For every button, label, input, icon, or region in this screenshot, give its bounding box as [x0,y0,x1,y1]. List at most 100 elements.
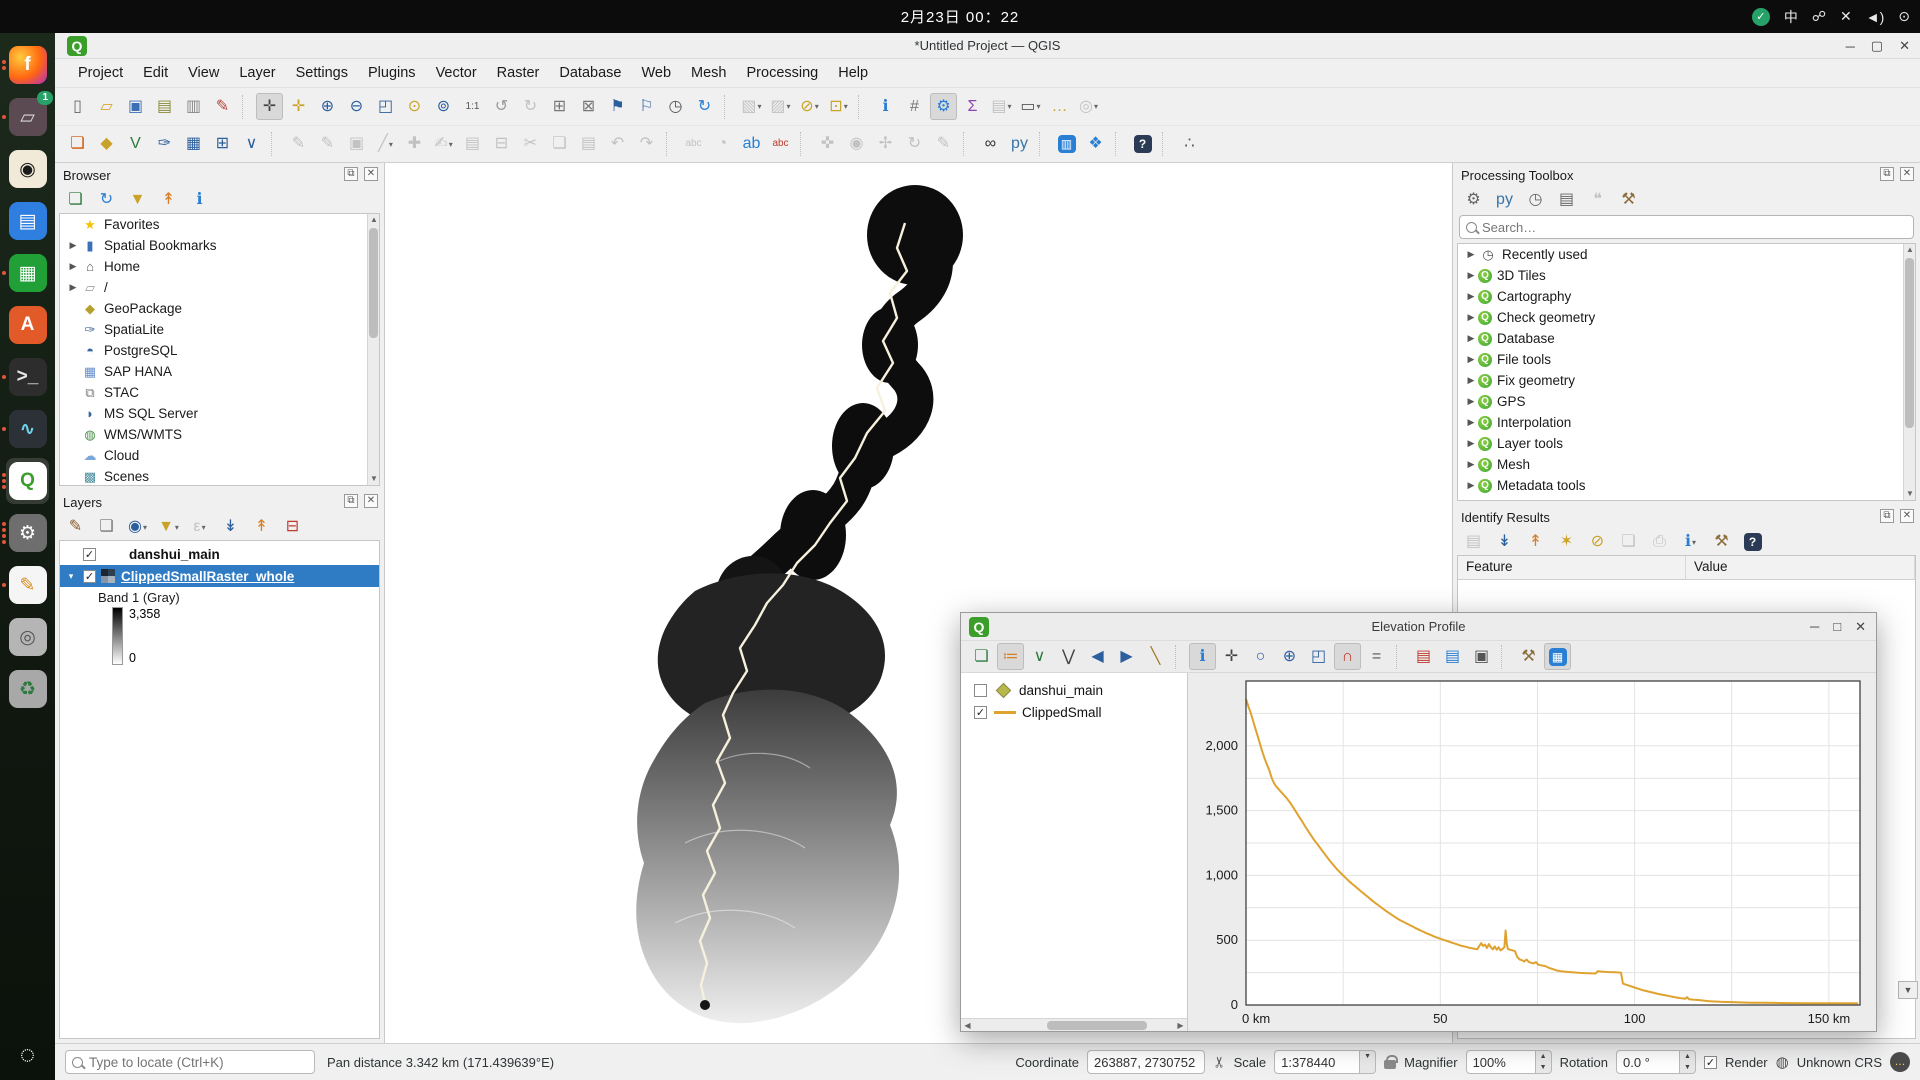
measure[interactable]: ▭▾ [1017,93,1044,120]
layer-labeling-options[interactable]: ab [738,131,765,158]
new-project[interactable]: ▯ [64,93,91,120]
pan-map[interactable]: ✛ [256,93,283,120]
profile-maximize-button[interactable]: □ [1833,619,1841,635]
profile-export-image[interactable]: ▤ [1439,643,1466,670]
dock-system-monitor[interactable]: ∿ [0,403,55,455]
scroll-left-icon[interactable]: ◀ [961,1019,974,1032]
processing-group-mesh[interactable]: ▶QMesh [1458,454,1915,475]
new-shapefile-layer[interactable]: V [122,131,149,158]
profile-close-button[interactable]: ✕ [1855,619,1866,635]
pan-to-selection[interactable]: ✛ [285,93,312,120]
layers-open-styling[interactable]: ✎ [62,514,89,541]
magnifier-spin[interactable]: ▲▼ [1466,1050,1552,1074]
system-clock[interactable]: 2月23日 00：22 [901,6,1020,27]
layers-remove[interactable]: ⊟ [279,514,306,541]
extents-toggle-icon[interactable]: ✂ [1210,1056,1228,1069]
expander-icon[interactable]: ▶ [1464,375,1478,386]
crs-globe-icon[interactable]: ◍ [1776,1053,1789,1071]
dock-music-player[interactable]: ◉ [0,143,55,195]
layer-item-danshui-main[interactable]: ✓ danshui_main [60,543,379,565]
profile-titlebar[interactable]: Q Elevation Profile ─ □ ✕ [961,613,1876,641]
profile-chart-area[interactable]: 05001,0001,5002,0000 km50100150 km [1188,673,1876,1031]
rotation-spin[interactable]: ▲▼ [1616,1050,1696,1074]
dock-trash[interactable]: ♻ [0,663,55,715]
identify-features[interactable]: ℹ [872,93,899,120]
browser-item-sap-hana[interactable]: ▦SAP HANA [60,361,379,382]
magnifier-spin-arrows[interactable]: ▲▼ [1536,1050,1552,1074]
profile-legend-item-clippedsmall[interactable]: ✓ClippedSmall [961,701,1187,723]
layer-checkbox[interactable]: ✓ [83,548,96,561]
dock-app-center[interactable]: A [0,299,55,351]
coordinate-input[interactable] [1087,1050,1205,1074]
rotation-input[interactable] [1616,1050,1680,1074]
layers-expand-all[interactable]: ↡ [217,514,244,541]
processing-group-fix-geometry[interactable]: ▶QFix geometry [1458,370,1915,391]
layer-item-clipped-raster[interactable]: ▾ ✓ ClippedSmallRaster_whole [60,565,379,587]
processing-group-recently-used[interactable]: ▶◷Recently used [1458,244,1915,265]
expander-icon[interactable]: ▶ [66,261,80,272]
dock-terminal[interactable]: >_ [0,351,55,403]
expander-icon[interactable]: ▶ [1464,417,1478,428]
menu-project[interactable]: Project [69,62,132,84]
profile-snapping[interactable]: ∩ [1334,643,1361,670]
identify-help[interactable]: ? [1739,529,1766,556]
dock-libreoffice-impress[interactable]: ▤ [0,195,55,247]
browser-item-scenes[interactable]: ▩Scenes [60,466,379,486]
browser-filter[interactable]: ▼ [124,187,151,214]
menu-view[interactable]: View [179,62,228,84]
menu-raster[interactable]: Raster [488,62,549,84]
temporal-controller[interactable]: ◷ [662,93,689,120]
save-project[interactable]: ▣ [122,93,149,120]
browser-item-geopackage[interactable]: ◆GeoPackage [60,298,379,319]
profile-legend-item-danshui-main[interactable]: danshui_main [961,679,1187,701]
dock-libreoffice-calc[interactable]: ▦ [0,247,55,299]
layers-close-button[interactable]: ✕ [364,494,378,508]
expander-icon[interactable]: ▶ [1464,480,1478,491]
menu-plugins[interactable]: Plugins [359,62,425,84]
browser-add-selected-layers[interactable]: ❏ [62,187,89,214]
expander-icon[interactable]: ▶ [1464,354,1478,365]
new-virtual-layer[interactable]: ▦ [180,131,207,158]
new-geopackage-layer[interactable]: ◆ [93,131,120,158]
layers-manage-themes[interactable]: ◉▾ [124,514,151,541]
identify-expand-tree[interactable]: ↡ [1491,529,1518,556]
processing-results-viewer[interactable]: ▤ [1553,187,1580,214]
new-mesh-layer[interactable]: ⊞ [209,131,236,158]
plugin-quickmapservices[interactable]: ❖ [1082,131,1109,158]
profile-zoom-full[interactable]: ○ [1247,643,1274,670]
map-tips[interactable]: … [1046,93,1073,120]
menu-vector[interactable]: Vector [427,62,486,84]
python-console[interactable]: py [1006,131,1033,158]
browser-item-postgresql[interactable]: ◓PostgreSQL [60,340,379,361]
scroll-down-icon[interactable]: ▼ [1904,488,1916,500]
expander-icon[interactable]: ▶ [66,282,80,293]
profile-distance-axis[interactable]: = [1363,643,1390,670]
layers-add-group[interactable]: ❏ [93,514,120,541]
new-map-view[interactable]: ⊞ [546,93,573,120]
profile-clear[interactable]: ╲ [1142,643,1169,670]
processing-group-database[interactable]: ▶QDatabase [1458,328,1915,349]
expander-icon[interactable]: ▶ [1464,396,1478,407]
new-3d-map-view[interactable]: ⊠ [575,93,602,120]
processing-group-gps[interactable]: ▶QGPS [1458,391,1915,412]
processing-float-button[interactable]: ⧉ [1880,167,1894,181]
window-titlebar[interactable]: Q *Untitled Project — QGIS ─ ▢ ✕ [55,33,1920,59]
show-layout-manager[interactable]: ▥ [180,93,207,120]
input-method-indicator[interactable]: 中 [1784,7,1798,27]
processing-scripts[interactable]: py [1491,187,1518,214]
dock-qgis[interactable]: Q [0,455,55,507]
select-by-location[interactable]: ⊡▾ [825,93,852,120]
menu-mesh[interactable]: Mesh [682,62,735,84]
browser-item-stac[interactable]: ⧉STAC [60,382,379,403]
data-source-manager[interactable]: ❏ [64,131,91,158]
zoom-full[interactable]: ◰ [372,93,399,120]
expander-icon[interactable]: ▶ [1464,459,1478,470]
zoom-to-layer[interactable]: ⊚ [430,93,457,120]
processing-options[interactable]: ⚒ [1615,187,1642,214]
expander-icon[interactable]: ▶ [1464,291,1478,302]
menu-help[interactable]: Help [829,62,877,84]
profile-show-layer-tree[interactable]: ≔ [997,643,1024,670]
menu-settings[interactable]: Settings [287,62,357,84]
browser-collapse-all[interactable]: ↟ [155,187,182,214]
profile-pan[interactable]: ✛ [1218,643,1245,670]
